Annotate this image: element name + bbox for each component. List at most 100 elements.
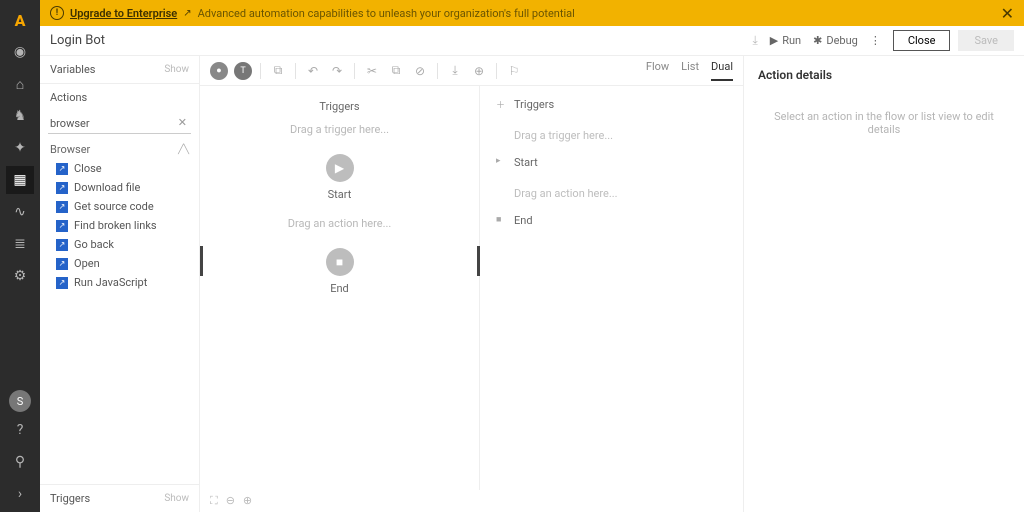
- flag-icon[interactable]: ⚐: [505, 64, 523, 78]
- variables-header[interactable]: Variables Show: [40, 56, 199, 83]
- action-download-file[interactable]: ↗ Download file: [40, 178, 199, 197]
- zoom-out-icon[interactable]: ⊖: [226, 494, 235, 508]
- action-go-back[interactable]: ↗ Go back: [40, 235, 199, 254]
- external-link-icon: ↗: [183, 8, 191, 19]
- list-end-label: End: [514, 214, 533, 227]
- run-label: Run: [782, 34, 801, 47]
- nav-editor-icon[interactable]: ▦: [6, 166, 34, 194]
- action-find-broken-links[interactable]: ↗ Find broken links: [40, 216, 199, 235]
- debug-label: Debug: [826, 34, 857, 47]
- flow-pane[interactable]: Triggers Drag a trigger here... ▶ Start …: [200, 86, 480, 490]
- duplicate-icon[interactable]: ⧉: [387, 63, 405, 78]
- bot-title: Login Bot: [50, 33, 105, 48]
- tool-a-icon[interactable]: ⤓: [446, 63, 464, 78]
- list-triggers-label: Triggers: [514, 98, 554, 111]
- delete-icon[interactable]: ⊘: [411, 64, 429, 78]
- tab-list[interactable]: List: [681, 60, 699, 81]
- nav-packages-icon[interactable]: ✦: [6, 134, 34, 162]
- close-button[interactable]: Close: [893, 30, 951, 51]
- clear-search-icon[interactable]: ✕: [178, 116, 187, 129]
- list-row-triggers[interactable]: ＋ Triggers: [496, 98, 727, 111]
- action-close[interactable]: ↗Close: [40, 159, 199, 178]
- action-label: Go back: [74, 238, 114, 251]
- user-avatar[interactable]: S: [9, 390, 31, 412]
- details-empty-hint: Select an action in the flow or list vie…: [758, 110, 1010, 136]
- copy-icon[interactable]: ⧉: [269, 63, 287, 78]
- action-label: Run JavaScript: [74, 276, 147, 289]
- run-button[interactable]: ▶ Run: [770, 34, 801, 47]
- insertion-marker-left: [200, 246, 203, 276]
- action-group-browser[interactable]: Browser ╱╲: [40, 137, 199, 159]
- record-alt-icon[interactable]: T: [234, 62, 252, 80]
- save-button: Save: [958, 30, 1014, 51]
- download-icon[interactable]: ⤓: [752, 33, 757, 48]
- action-label: Find broken links: [74, 219, 157, 232]
- triggers-header[interactable]: Triggers Show: [40, 485, 199, 512]
- location-icon[interactable]: ⚲: [6, 448, 34, 476]
- tab-dual[interactable]: Dual: [711, 60, 733, 81]
- list-row-start[interactable]: ▸ Start: [496, 156, 727, 169]
- tool-b-icon[interactable]: ⊕: [470, 64, 488, 78]
- flow-drop-trigger[interactable]: Drag a trigger here...: [290, 123, 389, 136]
- nav-admin-icon[interactable]: ≣: [6, 230, 34, 258]
- nav-home-icon[interactable]: ⌂: [6, 70, 34, 98]
- editor-header: Login Bot ⤓ ▶ Run ✱ Debug ⋮ Close Save: [40, 26, 1024, 56]
- list-pane[interactable]: ＋ Triggers Drag a trigger here... ▸ Star…: [480, 86, 743, 490]
- start-label: Start: [328, 188, 352, 201]
- side-panel: Variables Show Actions ✕ Browser ╱╲ ↗Clo…: [40, 56, 200, 512]
- action-open[interactable]: ↗Open: [40, 254, 199, 273]
- action-icon: ↗: [56, 182, 68, 194]
- banner-close-icon[interactable]: ✕: [1001, 4, 1014, 23]
- triggers-label: Triggers: [50, 492, 90, 505]
- logo-icon[interactable]: A: [6, 6, 34, 34]
- triggers-show-toggle[interactable]: Show: [164, 493, 189, 504]
- upgrade-link[interactable]: Upgrade to Enterprise: [70, 7, 177, 20]
- action-get-source[interactable]: ↗ Get source code: [40, 197, 199, 216]
- variables-show-toggle[interactable]: Show: [164, 64, 189, 75]
- canvas-footer-tools: ⛶ ⊖ ⊕: [200, 490, 743, 512]
- left-nav-rail: A ◉ ⌂ ♞ ✦ ▦ ∿ ≣ ⚙ S ? ⚲ ›: [0, 0, 40, 512]
- list-drop-trigger[interactable]: Drag a trigger here...: [514, 129, 727, 142]
- chevron-up-icon: ╱╲: [178, 145, 189, 155]
- list-drop-action[interactable]: Drag an action here...: [514, 187, 727, 200]
- flow-drop-action[interactable]: Drag an action here...: [288, 217, 392, 230]
- actions-header: Actions: [40, 83, 199, 111]
- action-icon: ↗: [56, 220, 68, 232]
- action-run-javascript[interactable]: ↗ Run JavaScript: [40, 273, 199, 292]
- collapse-rail-icon[interactable]: ›: [6, 480, 34, 508]
- debug-button[interactable]: ✱ Debug: [813, 34, 858, 47]
- nav-settings-icon[interactable]: ⚙: [6, 262, 34, 290]
- redo-icon[interactable]: ↷: [328, 64, 346, 78]
- list-row-end[interactable]: ■ End: [496, 214, 727, 227]
- zoom-in-icon[interactable]: ⊕: [243, 494, 252, 508]
- record-icon[interactable]: ●: [210, 62, 228, 80]
- action-icon: ↗: [56, 277, 68, 289]
- start-node[interactable]: ▶: [326, 154, 354, 182]
- more-menu-icon[interactable]: ⋮: [870, 34, 881, 47]
- details-heading: Action details: [758, 68, 1010, 82]
- actions-label: Actions: [50, 91, 87, 104]
- undo-icon[interactable]: ↶: [304, 64, 322, 78]
- action-label: Get source code: [74, 200, 154, 213]
- action-icon: ↗: [56, 201, 68, 213]
- play-icon: ▸: [496, 156, 506, 166]
- banner-subtext: Advanced automation capabilities to unle…: [198, 7, 575, 20]
- flow-triggers-label: Triggers: [319, 100, 359, 113]
- action-label: Close: [74, 162, 102, 175]
- plus-icon: ＋: [496, 98, 506, 111]
- action-icon: ↗: [56, 239, 68, 251]
- cut-icon[interactable]: ✂: [363, 64, 381, 78]
- group-label: Browser: [50, 143, 90, 156]
- help-icon[interactable]: ?: [6, 416, 34, 444]
- warning-icon: !: [50, 6, 64, 20]
- action-search-input[interactable]: [48, 114, 191, 134]
- insertion-marker-right: [477, 246, 480, 276]
- end-node[interactable]: ■: [326, 248, 354, 276]
- nav-explore-icon[interactable]: ◉: [6, 38, 34, 66]
- nav-activity-icon[interactable]: ∿: [6, 198, 34, 226]
- nav-bots-icon[interactable]: ♞: [6, 102, 34, 130]
- fit-icon[interactable]: ⛶: [210, 494, 218, 508]
- action-label: Download file: [74, 181, 140, 194]
- end-label: End: [330, 282, 349, 295]
- tab-flow[interactable]: Flow: [646, 60, 669, 81]
